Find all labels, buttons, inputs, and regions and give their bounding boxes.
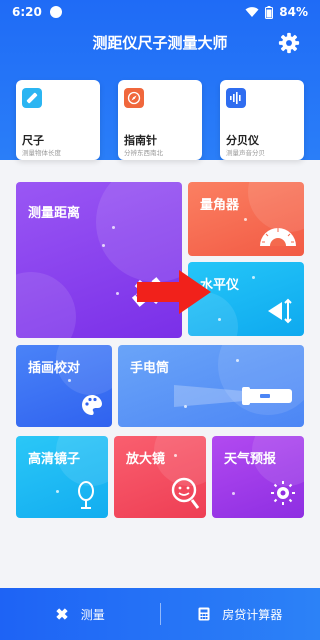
tile-title: 手电筒: [130, 361, 170, 376]
battery-level: 84%: [279, 5, 308, 19]
decor-dot: [56, 490, 59, 493]
tile-title: 放大镜: [126, 452, 166, 467]
nav-tab-measure[interactable]: 测量: [0, 606, 160, 623]
flashlight-icon: [174, 385, 292, 407]
decor-dot: [102, 244, 105, 247]
tool-card-ruler[interactable]: 尺子 测量物体长度: [16, 80, 100, 160]
tile-title: 天气预报: [224, 452, 277, 467]
tool-desc: 测量声音分贝: [226, 149, 265, 157]
tool-name: 分贝仪: [226, 134, 259, 147]
pointer-arrow-icon: [137, 270, 211, 314]
tool-card-decibel[interactable]: 分贝仪 测量声音分贝: [220, 80, 304, 160]
level-icon: [268, 298, 292, 324]
tool-desc: 分辨东西南北: [124, 149, 163, 157]
palette-icon: [82, 395, 102, 415]
weather-icon: [271, 481, 295, 505]
wifi-icon: [245, 7, 259, 17]
measure-icon: [56, 608, 68, 620]
nav-tab-label: 房贷计算器: [222, 607, 283, 622]
decor-dot: [68, 379, 71, 382]
decor-dot: [112, 226, 115, 229]
settings-gear-icon[interactable]: [278, 32, 300, 54]
tool-name: 指南针: [124, 134, 157, 147]
decor-blob: [16, 272, 76, 338]
decor-dot: [236, 359, 239, 362]
sound-wave-icon: [226, 88, 246, 108]
notification-dot-icon: [49, 6, 62, 18]
tile-flashlight[interactable]: 手电筒: [118, 345, 304, 427]
tile-title: 测量距离: [28, 206, 81, 221]
decor-dot: [244, 218, 247, 221]
tool-name: 尺子: [22, 134, 44, 147]
nav-tab-mortgage-calculator[interactable]: 房贷计算器: [161, 606, 320, 623]
magnifier-icon: [171, 477, 200, 509]
decor-dot: [116, 292, 119, 295]
mirror-icon: [78, 481, 94, 509]
tile-title: 高清镜子: [28, 452, 81, 467]
tile-magnifier[interactable]: 放大镜: [114, 436, 206, 518]
tile-title: 插画校对: [28, 361, 81, 376]
tool-desc: 测量物体长度: [22, 149, 61, 157]
decor-blob: [96, 182, 182, 282]
decor-dot: [174, 454, 177, 457]
decor-dot: [218, 318, 221, 321]
protractor-icon: [260, 228, 296, 246]
nav-tab-label: 测量: [80, 607, 105, 622]
bottom-nav: 测量 房贷计算器: [0, 588, 320, 640]
calculator-icon: [198, 607, 210, 621]
tile-mirror[interactable]: 高清镜子: [16, 436, 108, 518]
tile-protractor[interactable]: 量角器: [188, 182, 304, 256]
compass-icon: [124, 88, 144, 108]
ruler-icon: [22, 88, 42, 108]
status-bar: 6:20 84%: [0, 0, 320, 24]
battery-icon: [265, 5, 274, 19]
tile-calibration[interactable]: 插画校对: [16, 345, 112, 427]
tile-title: 量角器: [200, 198, 240, 213]
tile-weather[interactable]: 天气预报: [212, 436, 304, 518]
decor-dot: [252, 276, 255, 279]
app-title: 测距仪尺子测量大师: [92, 34, 228, 52]
status-time: 6:20: [12, 5, 42, 19]
decor-dot: [232, 492, 235, 495]
tool-card-compass[interactable]: 指南针 分辨东西南北: [118, 80, 202, 160]
